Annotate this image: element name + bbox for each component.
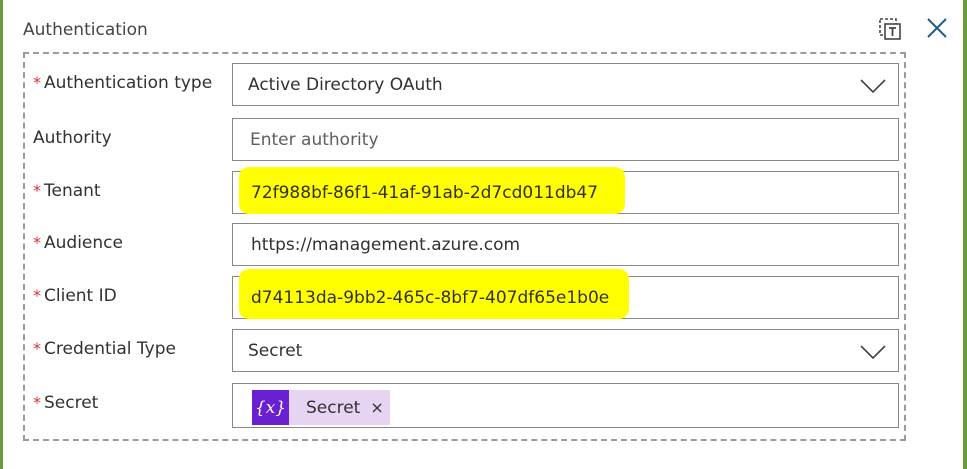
required-marker: * — [33, 339, 41, 358]
close-icon[interactable] — [924, 15, 950, 41]
authority-label: Authority — [33, 128, 112, 148]
required-marker: * — [33, 73, 41, 92]
required-marker: * — [33, 286, 41, 305]
audience-label: * Audience — [33, 233, 123, 253]
auth-type-value: Active Directory OAuth — [248, 75, 443, 95]
window-right-edge — [963, 0, 967, 469]
token-label: Secret — [306, 397, 361, 418]
window-left-edge — [0, 0, 3, 469]
audience-value: https://management.azure.com — [251, 235, 521, 255]
audience-input[interactable]: https://management.azure.com — [232, 223, 899, 266]
client-id-label: * Client ID — [33, 286, 117, 306]
tenant-input[interactable]: 72f988bf-86f1-41af-91ab-2d7cd011db47 — [232, 167, 899, 214]
authority-input[interactable]: Enter authority — [232, 118, 899, 161]
chevron-down-icon — [860, 79, 886, 94]
remove-token-icon[interactable]: × — [370, 398, 383, 417]
tenant-value: 72f988bf-86f1-41af-91ab-2d7cd011db47 — [251, 183, 599, 203]
secret-label: * Secret — [33, 393, 99, 413]
auth-type-dropdown[interactable]: Active Directory OAuth — [232, 63, 899, 106]
secret-token[interactable]: {x} Secret × — [252, 390, 390, 425]
section-title: Authentication — [23, 20, 148, 40]
expression-icon: {x} — [252, 390, 289, 425]
authority-placeholder: Enter authority — [250, 130, 379, 150]
required-marker: * — [33, 393, 41, 412]
tenant-label: * Tenant — [33, 181, 101, 201]
required-marker: * — [33, 233, 41, 252]
credential-type-label: * Credential Type — [33, 339, 176, 359]
client-id-input[interactable]: d74113da-9bb2-465c-8bf7-407df65e1b0e — [232, 269, 899, 319]
client-id-value: d74113da-9bb2-465c-8bf7-407df65e1b0e — [251, 288, 610, 308]
required-marker: * — [33, 181, 41, 200]
credential-type-value: Secret — [248, 341, 303, 361]
secret-input[interactable]: {x} Secret × — [232, 383, 899, 428]
chevron-down-icon — [860, 345, 886, 360]
auth-type-label: * Authentication type — [33, 73, 213, 93]
copy-to-clipboard-icon[interactable] — [876, 15, 904, 43]
credential-type-dropdown[interactable]: Secret — [232, 329, 899, 372]
